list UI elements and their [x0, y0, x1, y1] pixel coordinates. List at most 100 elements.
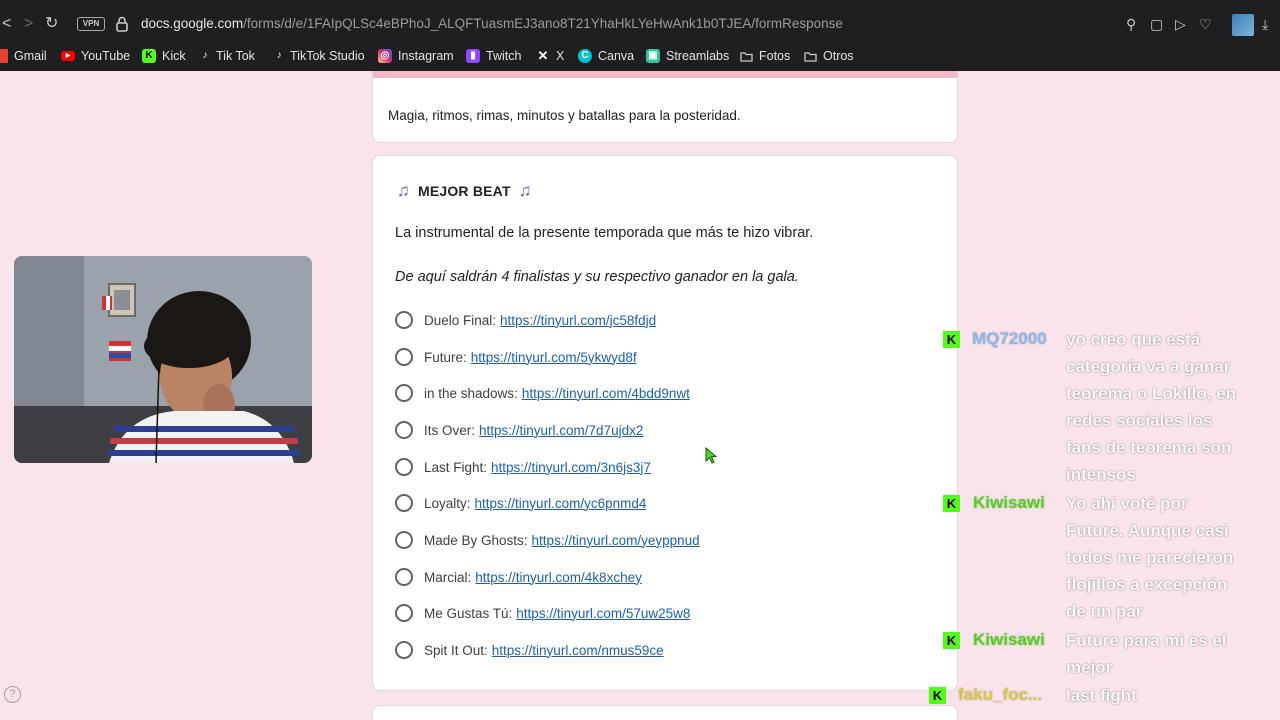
chat-line: last fight	[1066, 686, 1137, 705]
chat-line: teorema o Lokillo, en	[1066, 384, 1237, 403]
url-host: docs.google.com	[141, 16, 244, 31]
chat-line: todos me parecieron	[1066, 548, 1234, 567]
bookmarks-bar: Gmail ▶ YouTube K Kick ♪ Tik Tok ♪ TikTok St…	[0, 40, 1280, 71]
bookmark-label: Fotos	[759, 49, 791, 63]
option-label: Spit It Out:	[424, 642, 488, 658]
radio-button[interactable]	[395, 604, 413, 622]
bookmark-label: Streamlabs	[666, 49, 730, 63]
option-label: Me Gustas Tú:	[424, 605, 513, 621]
option-label: in the shadows:	[424, 385, 518, 401]
option-label: Loyalty:	[424, 495, 471, 511]
chat-username: faku_foc...	[958, 685, 1043, 704]
folder-icon	[740, 51, 753, 62]
heart-icon[interactable]: ♡	[1199, 15, 1212, 33]
next-question-card	[372, 705, 958, 720]
radio-option[interactable]: Last Fight: https://tinyurl.com/3n6js3j7	[395, 457, 651, 477]
radio-button[interactable]	[395, 531, 413, 549]
kick-icon: K	[943, 331, 960, 348]
snapshot-icon[interactable]: ▢	[1150, 15, 1163, 33]
option-link[interactable]: https://tinyurl.com/5ykwyd8f	[471, 350, 637, 365]
profile-avatar[interactable]	[1232, 14, 1254, 36]
folder-icon	[804, 51, 817, 62]
chat-line: Yo ahí voté por	[1066, 494, 1188, 513]
chat-line: redes sociales los	[1066, 411, 1213, 430]
kick-icon: K	[142, 49, 156, 63]
radio-option[interactable]: Marcial: https://tinyurl.com/4k8xchey	[395, 567, 642, 587]
vpn-badge[interactable]: VPN	[77, 17, 105, 31]
pin-icon[interactable]: ⚲	[1126, 15, 1136, 33]
radio-option[interactable]: Spit It Out: https://tinyurl.com/nmus59c…	[395, 640, 664, 660]
option-link[interactable]: https://tinyurl.com/57uw25w8	[516, 606, 690, 621]
option-link[interactable]: https://tinyurl.com/4bdd9nwt	[522, 386, 690, 401]
bookmark-tiktok-studio[interactable]: ♪ TikTok Studio	[274, 48, 365, 64]
chat-line: Future para mi es el	[1066, 631, 1227, 650]
option-label: Its Over:	[424, 422, 476, 438]
chat-message: last fight	[1066, 682, 1276, 709]
canva-icon: C	[578, 49, 592, 63]
music-note-icon: ♫	[397, 181, 410, 200]
forward-button[interactable]: >	[24, 14, 33, 34]
reload-button[interactable]: ↻	[45, 14, 58, 34]
chat-line: intensos	[1066, 465, 1136, 484]
bookmark-label: Gmail	[14, 49, 47, 63]
bookmark-label: Instagram	[398, 49, 454, 63]
bookmark-streamlabs[interactable]: ▣ Streamlabs	[646, 48, 729, 64]
question-title: ♫ MEJOR BEAT ♫	[397, 181, 532, 201]
bookmark-label: Otros	[823, 49, 854, 63]
kick-icon: K	[943, 495, 960, 512]
chat-message: Future para mi es el mejor	[1066, 627, 1276, 681]
radio-button[interactable]	[395, 641, 413, 659]
radio-option[interactable]: Loyalty: https://tinyurl.com/yc6pnmd4	[395, 493, 646, 513]
bookmark-twitch[interactable]: ▮ Twitch	[466, 48, 521, 64]
bookmark-kick[interactable]: K Kick	[142, 48, 186, 64]
chat-line: categoría va a ganar	[1066, 357, 1231, 376]
bookmark-tiktok[interactable]: ♪ Tik Tok	[200, 48, 255, 64]
radio-button[interactable]	[395, 568, 413, 586]
radio-option[interactable]: in the shadows: https://tinyurl.com/4bdd…	[395, 383, 690, 403]
chat-line: yo creo que está	[1066, 330, 1201, 349]
radio-button[interactable]	[395, 494, 413, 512]
radio-button[interactable]	[395, 384, 413, 402]
radio-button[interactable]	[395, 311, 413, 329]
url-path: /forms/d/e/1FAIpQLSc4eBPhoJ_ALQFTuasmEJ3…	[243, 16, 843, 31]
chat-username: MQ72000	[972, 329, 1047, 348]
bookmark-label: YouTube	[81, 49, 131, 63]
form-description: Magia, ritmos, rimas, minutos y batallas…	[388, 108, 741, 123]
radio-option[interactable]: Duelo Final: https://tinyurl.com/jc58fdj…	[395, 310, 656, 330]
radio-option[interactable]: Its Over: https://tinyurl.com/7d7ujdx2	[395, 420, 643, 440]
option-label: Future:	[424, 349, 467, 365]
bookmark-youtube[interactable]: ▶ YouTube	[61, 48, 130, 64]
bookmark-x[interactable]: ✕ X	[536, 48, 565, 64]
option-link[interactable]: https://tinyurl.com/nmus59ce	[492, 643, 664, 658]
radio-button[interactable]	[395, 421, 413, 439]
bookmark-canva[interactable]: C Canva	[578, 48, 634, 64]
option-link[interactable]: https://tinyurl.com/3n6js3j7	[491, 460, 651, 475]
option-link[interactable]: https://tinyurl.com/yc6pnmd4	[475, 496, 647, 511]
option-link[interactable]: https://tinyurl.com/yeyppnud	[532, 533, 700, 548]
bookmark-gmail[interactable]: Gmail	[0, 48, 47, 64]
lock-icon[interactable]	[116, 16, 128, 32]
option-label: Duelo Final:	[424, 312, 497, 328]
chat-line: flojillos a excepción	[1066, 575, 1228, 594]
bookmark-folder-fotos[interactable]: Fotos	[740, 48, 790, 64]
download-icon[interactable]: ⤓	[1262, 15, 1268, 33]
play-icon[interactable]: ▷	[1175, 15, 1186, 33]
option-link[interactable]: https://tinyurl.com/4k8xchey	[475, 570, 642, 585]
back-button[interactable]: <	[2, 14, 11, 34]
chat-line: fans de teorema son	[1066, 438, 1232, 457]
bookmark-folder-otros[interactable]: Otros	[804, 48, 854, 64]
bookmark-instagram[interactable]: ◎ Instagram	[378, 48, 454, 64]
radio-option[interactable]: Made By Ghosts: https://tinyurl.com/yeyp…	[395, 530, 700, 550]
radio-button[interactable]	[395, 458, 413, 476]
address-bar[interactable]: docs.google.com/forms/d/e/1FAIpQLSc4eBPh…	[141, 16, 843, 31]
bookmark-label: Tik Tok	[216, 49, 255, 63]
kick-icon: K	[929, 687, 946, 704]
x-icon: ✕	[537, 48, 549, 63]
radio-option[interactable]: Me Gustas Tú: https://tinyurl.com/57uw25…	[395, 603, 690, 623]
option-link[interactable]: https://tinyurl.com/7d7ujdx2	[479, 423, 643, 438]
option-link[interactable]: https://tinyurl.com/jc58fdjd	[500, 313, 656, 328]
help-icon[interactable]: ?	[4, 686, 21, 703]
radio-option[interactable]: Future: https://tinyurl.com/5ykwyd8f	[395, 347, 637, 367]
twitch-icon: ▮	[466, 49, 480, 63]
radio-button[interactable]	[395, 348, 413, 366]
